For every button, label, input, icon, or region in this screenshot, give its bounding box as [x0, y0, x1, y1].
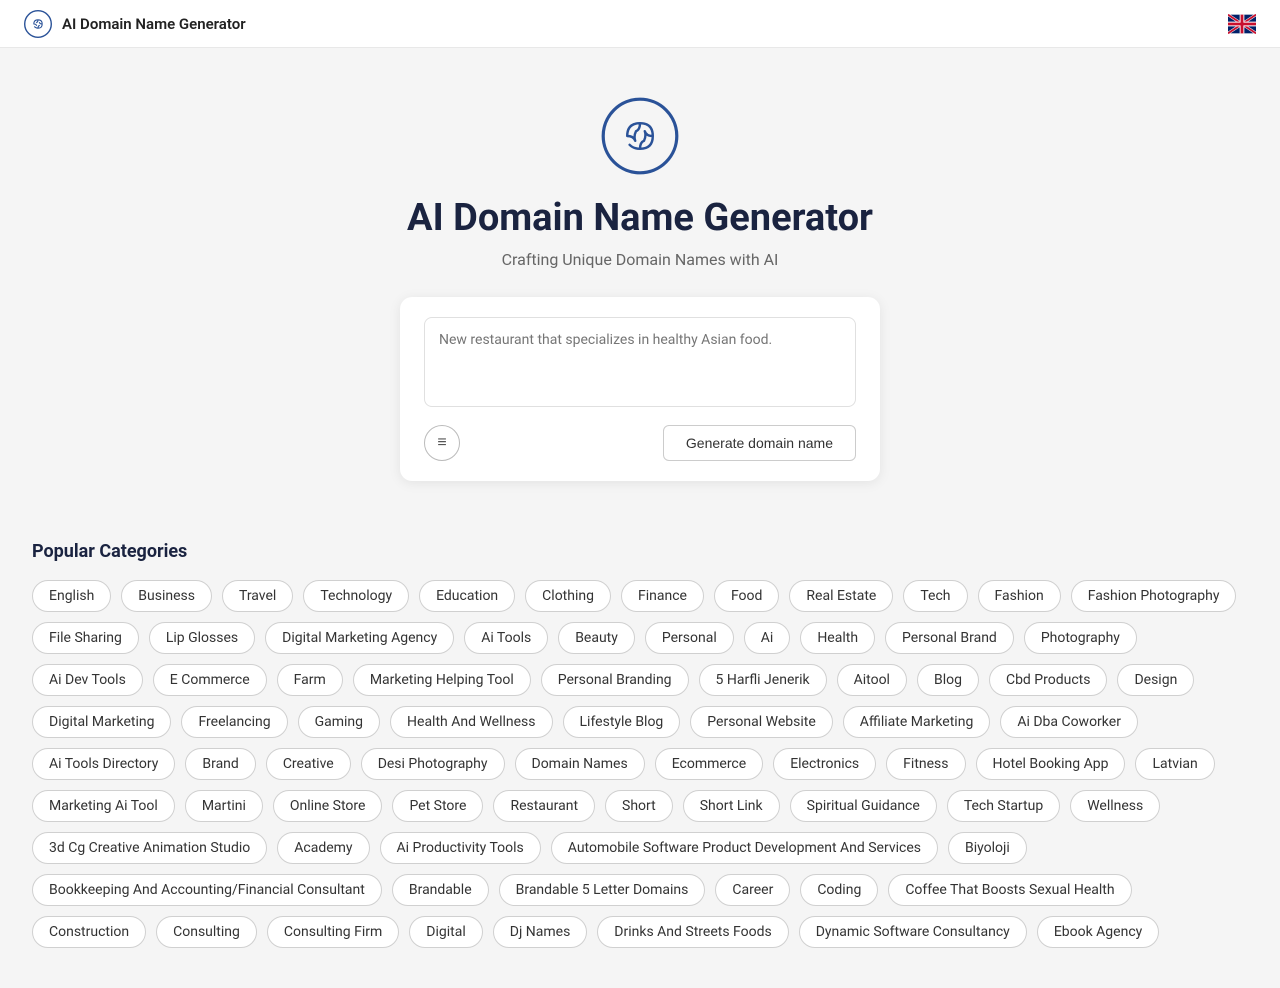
description-input[interactable]	[424, 317, 856, 407]
navbar-left: AI Domain Name Generator	[24, 10, 246, 38]
category-tag[interactable]: Spiritual Guidance	[790, 790, 937, 822]
category-tag[interactable]: Ai	[744, 622, 791, 654]
category-tag[interactable]: Martini	[185, 790, 263, 822]
category-tag[interactable]: 5 Harfli Jenerik	[699, 664, 827, 696]
category-tag[interactable]: Personal	[645, 622, 734, 654]
category-tag[interactable]: Restaurant	[493, 790, 595, 822]
category-tag[interactable]: Ai Productivity Tools	[380, 832, 541, 864]
category-tag[interactable]: Fitness	[886, 748, 965, 780]
category-tag[interactable]: Farm	[277, 664, 343, 696]
category-tag[interactable]: File Sharing	[32, 622, 139, 654]
category-tag[interactable]: Online Store	[273, 790, 383, 822]
category-tag[interactable]: Drinks And Streets Foods	[597, 916, 788, 948]
category-tag[interactable]: Ai Dev Tools	[32, 664, 143, 696]
category-tag[interactable]: Tech Startup	[947, 790, 1060, 822]
category-tag[interactable]: Blog	[917, 664, 979, 696]
category-tag[interactable]: Creative	[266, 748, 351, 780]
category-tag[interactable]: 3d Cg Creative Animation Studio	[32, 832, 267, 864]
category-tag[interactable]: Bookkeeping And Accounting/Financial Con…	[32, 874, 382, 906]
category-tag[interactable]: Career	[715, 874, 790, 906]
category-tag[interactable]: Technology	[303, 580, 409, 612]
category-tag[interactable]: Ai Tools	[464, 622, 548, 654]
category-tag[interactable]: Tech	[903, 580, 967, 612]
category-tag[interactable]: Ai Tools Directory	[32, 748, 175, 780]
category-tag[interactable]: Wellness	[1070, 790, 1160, 822]
category-tag[interactable]: Dj Names	[493, 916, 588, 948]
category-tag[interactable]: Freelancing	[181, 706, 287, 738]
filter-button[interactable]: ≡	[424, 425, 460, 461]
category-tag[interactable]: Coding	[800, 874, 878, 906]
category-tag[interactable]: Personal Website	[690, 706, 832, 738]
category-tag[interactable]: Dynamic Software Consultancy	[799, 916, 1027, 948]
category-tag[interactable]: Travel	[222, 580, 293, 612]
category-tag[interactable]: Marketing Ai Tool	[32, 790, 175, 822]
category-tag[interactable]: Digital Marketing	[32, 706, 171, 738]
category-tag[interactable]: Education	[419, 580, 515, 612]
language-flag-icon[interactable]	[1228, 14, 1256, 34]
category-tag[interactable]: Latvian	[1135, 748, 1214, 780]
nav-title: AI Domain Name Generator	[62, 15, 246, 33]
category-tag[interactable]: Marketing Helping Tool	[353, 664, 531, 696]
categories-title: Popular Categories	[32, 541, 1248, 562]
category-tag[interactable]: Desi Photography	[361, 748, 505, 780]
category-tag[interactable]: Digital Marketing Agency	[265, 622, 454, 654]
hero-subtitle: Crafting Unique Domain Names with AI	[502, 250, 779, 269]
category-tag[interactable]: Automobile Software Product Development …	[551, 832, 938, 864]
category-tag[interactable]: Aitool	[837, 664, 907, 696]
category-tag[interactable]: Personal Brand	[885, 622, 1014, 654]
category-tag[interactable]: Fashion	[978, 580, 1061, 612]
categories-section: Popular Categories English Business Travel…	[0, 513, 1280, 988]
hero-brain-icon	[600, 96, 680, 176]
search-card: ≡ Generate domain name	[400, 297, 880, 481]
category-tag[interactable]: Lip Glosses	[149, 622, 255, 654]
category-tag[interactable]: Real Estate	[789, 580, 893, 612]
hero-section: AI Domain Name Generator Crafting Unique…	[0, 48, 1280, 513]
hero-title: AI Domain Name Generator	[407, 196, 873, 240]
category-tag[interactable]: Lifestyle Blog	[563, 706, 681, 738]
category-tag[interactable]: Beauty	[558, 622, 635, 654]
category-tag[interactable]: Business	[121, 580, 212, 612]
category-tag[interactable]: Food	[714, 580, 779, 612]
category-tag[interactable]: Electronics	[773, 748, 876, 780]
category-tag[interactable]: Health	[800, 622, 875, 654]
search-actions: ≡ Generate domain name	[424, 425, 856, 461]
category-tag[interactable]: Short	[605, 790, 673, 822]
filter-icon: ≡	[437, 434, 446, 452]
category-tag[interactable]: Gaming	[298, 706, 380, 738]
category-tag[interactable]: Consulting	[156, 916, 257, 948]
category-tag[interactable]: Short Link	[683, 790, 780, 822]
category-tag[interactable]: Fashion Photography	[1071, 580, 1237, 612]
category-tag[interactable]: Health And Wellness	[390, 706, 552, 738]
category-tag[interactable]: Clothing	[525, 580, 611, 612]
category-tag[interactable]: Personal Branding	[541, 664, 689, 696]
category-tag[interactable]: Brandable 5 Letter Domains	[499, 874, 706, 906]
category-tag[interactable]: Ebook Agency	[1037, 916, 1159, 948]
category-tag[interactable]: Academy	[277, 832, 369, 864]
tags-container: English Business Travel Technology Education…	[32, 580, 1248, 948]
category-tag[interactable]: Digital	[409, 916, 482, 948]
category-tag[interactable]: Construction	[32, 916, 146, 948]
category-tag[interactable]: Ecommerce	[655, 748, 763, 780]
category-tag[interactable]: Design	[1117, 664, 1194, 696]
category-tag[interactable]: English	[32, 580, 111, 612]
category-tag[interactable]: Coffee That Boosts Sexual Health	[888, 874, 1131, 906]
category-tag[interactable]: Consulting Firm	[267, 916, 399, 948]
category-tag[interactable]: E Commerce	[153, 664, 267, 696]
category-tag[interactable]: Brand	[185, 748, 255, 780]
generate-button[interactable]: Generate domain name	[663, 425, 856, 461]
category-tag[interactable]: Pet Store	[392, 790, 483, 822]
category-tag[interactable]: Brandable	[392, 874, 489, 906]
category-tag[interactable]: Photography	[1024, 622, 1137, 654]
category-tag[interactable]: Finance	[621, 580, 704, 612]
category-tag[interactable]: Affiliate Marketing	[843, 706, 991, 738]
category-tag[interactable]: Hotel Booking App	[976, 748, 1126, 780]
nav-logo-icon	[24, 10, 52, 38]
navbar: AI Domain Name Generator	[0, 0, 1280, 48]
category-tag[interactable]: Cbd Products	[989, 664, 1108, 696]
category-tag[interactable]: Domain Names	[515, 748, 645, 780]
category-tag[interactable]: Ai Dba Coworker	[1000, 706, 1138, 738]
category-tag[interactable]: Biyoloji	[948, 832, 1027, 864]
